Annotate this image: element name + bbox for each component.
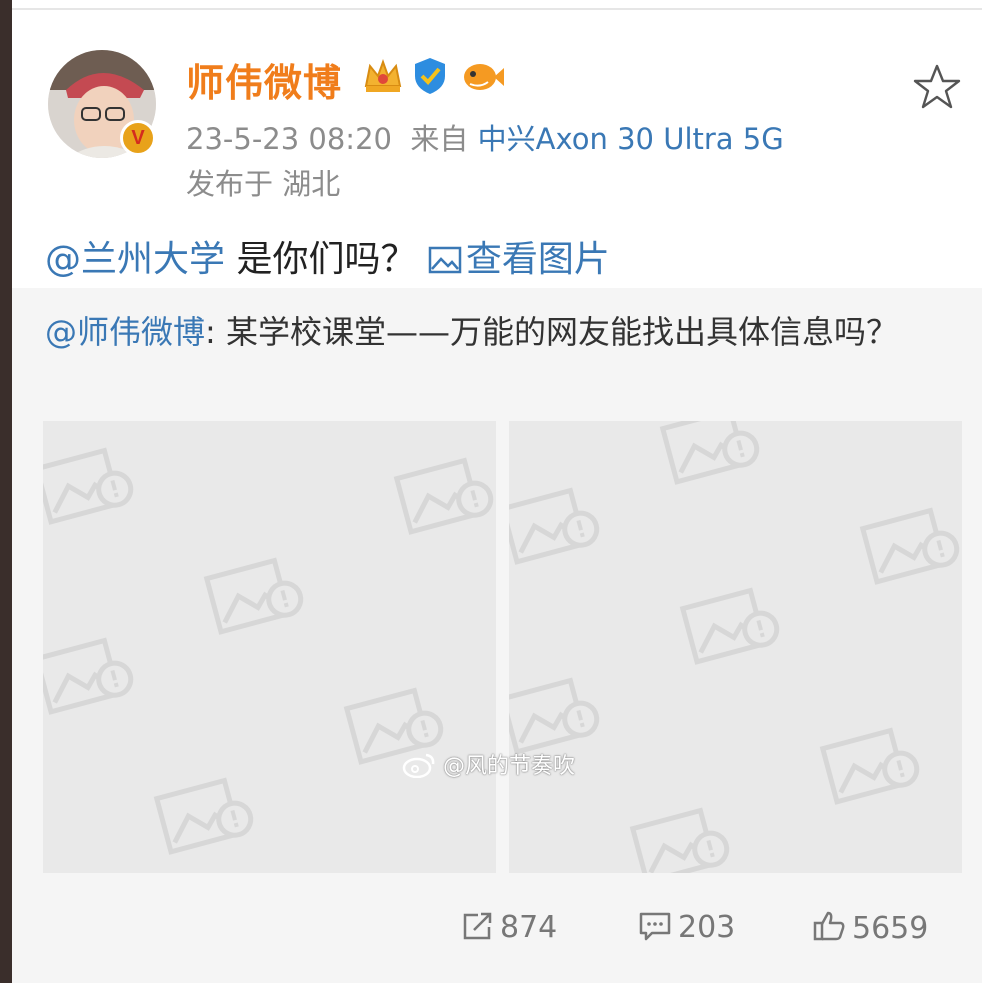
- image-placeholder-icon: [679, 587, 780, 665]
- image-placeholder-icon: [43, 637, 134, 715]
- image-placeholder-icon: [393, 457, 494, 535]
- repost-button[interactable]: 874: [462, 910, 557, 945]
- comment-count: 203: [678, 910, 736, 945]
- image-placeholder-icon: [43, 447, 134, 525]
- crown-icon[interactable]: [362, 56, 404, 100]
- repost-icon: [463, 912, 492, 940]
- image-placeholder-icon: [859, 507, 960, 585]
- weibo-logo-icon: [402, 753, 435, 779]
- image-placeholder-left[interactable]: [43, 421, 496, 873]
- retweet-author-link[interactable]: @师伟微博: [45, 313, 205, 351]
- watermark: @风的节奏吹: [402, 748, 575, 780]
- comment-icon: [639, 912, 671, 941]
- image-placeholder-icon: [203, 557, 304, 635]
- image-placeholder-icon: [509, 487, 600, 565]
- weibo-post-card: V 师伟微博 23-5-23 08:20 来自 中兴Axon 30 Ultra …: [12, 0, 982, 983]
- verified-icon[interactable]: [410, 56, 450, 100]
- image-placeholder-icon: [153, 777, 254, 855]
- mention-link[interactable]: @兰州大学: [45, 239, 225, 280]
- retweet-body: : 某学校课堂——万能的网友能找出具体信息吗？: [205, 313, 898, 351]
- author-name[interactable]: 师伟微博: [186, 52, 342, 107]
- star-icon[interactable]: [912, 62, 962, 112]
- divider: [12, 8, 982, 10]
- from-label: 来自: [410, 122, 469, 156]
- post-time: 23-5-23 08:20: [186, 122, 392, 156]
- view-pictures-link[interactable]: 查看图片: [428, 239, 610, 280]
- verified-v-badge: V: [120, 120, 156, 156]
- post-location: 发布于 湖北: [186, 167, 341, 201]
- watermark-text: @风的节奏吹: [443, 754, 576, 779]
- retweeted-post[interactable]: @师伟微博: 某学校课堂——万能的网友能找出具体信息吗？ @风的节奏吹 874: [12, 288, 982, 983]
- device-link[interactable]: 中兴Axon 30 Ultra 5G: [478, 122, 784, 156]
- view-pictures-label: 查看图片: [465, 239, 610, 280]
- image-placeholder-icon: [819, 727, 920, 805]
- like-count: 5659: [852, 911, 929, 946]
- repost-count: 874: [500, 910, 558, 945]
- like-icon: [813, 911, 845, 941]
- retweet-text: @师伟微博: 某学校课堂——万能的网友能找出具体信息吗？: [45, 306, 955, 358]
- image-placeholder-icon: [629, 807, 730, 873]
- post-meta: 23-5-23 08:20 来自 中兴Axon 30 Ultra 5G: [186, 116, 784, 158]
- fish-icon[interactable]: [460, 56, 506, 100]
- like-button[interactable]: 5659: [812, 910, 928, 946]
- post-text: @兰州大学 是你们吗？ 查看图片: [45, 230, 610, 282]
- image-icon: [428, 246, 462, 274]
- image-placeholder-icon: [659, 421, 760, 485]
- comment-button[interactable]: 203: [638, 910, 735, 945]
- post-body: 是你们吗？: [225, 239, 428, 280]
- image-placeholder-right[interactable]: [509, 421, 962, 873]
